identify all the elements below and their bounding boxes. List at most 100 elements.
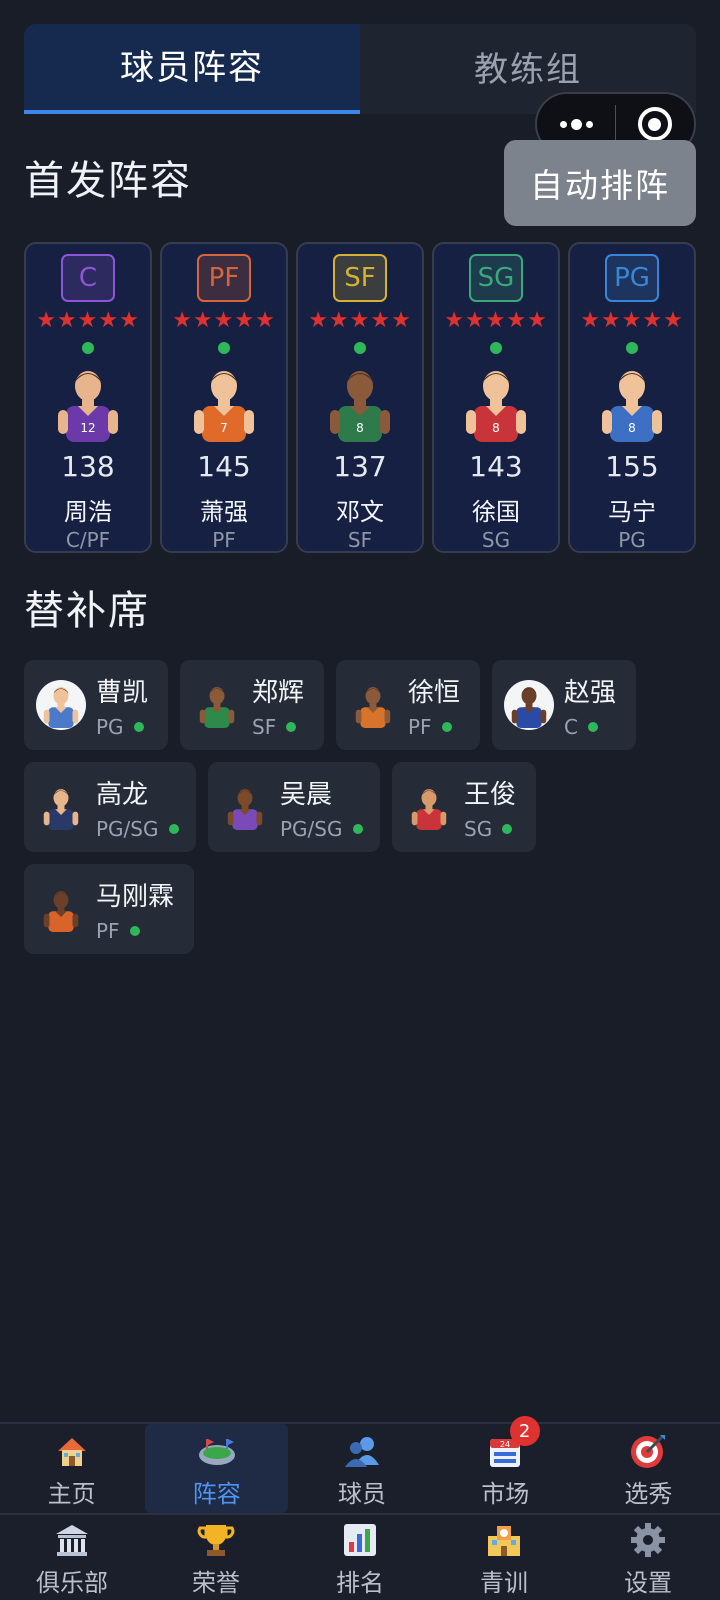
target-icon[interactable] (616, 107, 694, 141)
player-name: 赵强 (564, 677, 617, 708)
player-position: PG/SG (280, 817, 363, 841)
nav-item[interactable]: 荣誉 (144, 1515, 288, 1600)
status-dot (82, 342, 94, 354)
player-rating: 138 (61, 450, 115, 483)
starter-card[interactable]: SG ★★★★★ 8 143 徐国 SG (432, 242, 560, 553)
position-badge: PF (197, 254, 251, 302)
bench-row: 马刚霖 PF (24, 864, 696, 954)
nav-label: 俱乐部 (36, 1569, 108, 1597)
bench-player-card[interactable]: 赵强 C (492, 660, 636, 750)
trophy-icon (195, 1517, 237, 1563)
people-icon (341, 1428, 383, 1474)
position-badge: SG (469, 254, 523, 302)
bar-chart-icon (339, 1517, 381, 1563)
status-dot (129, 925, 140, 936)
player-name: 马宁 (608, 498, 656, 526)
status-dot (587, 721, 598, 732)
bench-player-card[interactable]: 吴晨 PG/SG (208, 762, 380, 852)
nav-row2: 俱乐部 荣誉 排名 青训 设置 (0, 1513, 720, 1600)
starter-cards: C ★★★★★ 12 138 周浩 C/PF PF ★★★★★ 7 145 萧强… (24, 242, 696, 553)
nav-label: 排名 (336, 1569, 384, 1597)
status-dot (133, 721, 144, 732)
player-avatar: 8 (456, 362, 536, 446)
player-position: PG/SG (96, 817, 179, 841)
nav-label: 选秀 (624, 1480, 673, 1508)
player-position: SG (464, 817, 516, 841)
bench-row: 曹凯 PG 郑辉 SF 徐恒 PF 赵强 C (24, 660, 696, 750)
player-avatar: 8 (592, 362, 672, 446)
status-dot (490, 342, 502, 354)
nav-label: 市场 (481, 1480, 530, 1508)
player-position: PG (618, 528, 646, 552)
player-position: SG (481, 528, 511, 552)
stadium-icon (196, 1428, 238, 1474)
player-name: 高龙 (96, 779, 149, 810)
nav-label: 阵容 (192, 1480, 241, 1508)
player-rating: 145 (197, 450, 251, 483)
player-name: 萧强 (200, 498, 248, 526)
bench-player-card[interactable]: 郑辉 SF (180, 660, 324, 750)
nav-label: 青训 (480, 1569, 528, 1597)
player-position: PG (96, 715, 148, 739)
bench-player-card[interactable]: 王俊 SG (392, 762, 536, 852)
star-rating: ★★★★★ (308, 308, 412, 333)
star-rating: ★★★★★ (172, 308, 276, 333)
nav-label: 球员 (338, 1480, 386, 1508)
player-position: SF (252, 715, 304, 739)
player-position: PF (212, 528, 236, 552)
player-position: SF (347, 528, 373, 552)
status-dot (286, 721, 297, 732)
player-name: 周浩 (64, 498, 112, 526)
status-dot (502, 823, 513, 834)
nav-item[interactable]: 设置 (576, 1515, 720, 1600)
player-avatar (36, 884, 86, 934)
position-badge: PG (605, 254, 659, 302)
nav-item[interactable]: 排名 (288, 1515, 432, 1600)
starter-card[interactable]: PF ★★★★★ 7 145 萧强 PF (160, 242, 288, 553)
player-avatar (348, 680, 398, 730)
bench-row: 高龙 PG/SG 吴晨 PG/SG 王俊 SG (24, 762, 696, 852)
player-avatar: 7 (184, 362, 264, 446)
nav-item[interactable]: 青训 (432, 1515, 576, 1600)
player-position: C (564, 715, 616, 739)
player-avatar: 8 (320, 362, 400, 446)
star-rating: ★★★★★ (444, 308, 548, 333)
nav-item[interactable]: 24 市场 2 (434, 1416, 577, 1513)
star-rating: ★★★★★ (580, 308, 684, 333)
starter-card[interactable]: PG ★★★★★ 8 155 马宁 PG (568, 242, 696, 553)
bench-player-card[interactable]: 马刚霖 PF (24, 864, 194, 954)
player-name: 徐国 (472, 498, 520, 526)
player-name: 曹凯 (96, 677, 149, 708)
player-name: 徐恒 (408, 677, 461, 708)
svg-text:7: 7 (220, 421, 228, 435)
nav-item[interactable]: 主页 (0, 1424, 143, 1513)
svg-text:24: 24 (500, 1440, 510, 1449)
status-dot (354, 342, 366, 354)
nav-label: 设置 (624, 1569, 672, 1597)
bench-player-card[interactable]: 高龙 PG/SG (24, 762, 196, 852)
nav-item[interactable]: 选秀 (577, 1424, 720, 1513)
svg-text:8: 8 (628, 421, 636, 435)
player-position: PF (408, 715, 460, 739)
svg-text:12: 12 (80, 421, 95, 435)
player-position: PF (96, 919, 174, 943)
starters-title: 首发阵容 (24, 158, 192, 204)
bench-player-card[interactable]: 曹凯 PG (24, 660, 168, 750)
gear-icon (627, 1517, 669, 1563)
bench-list: 曹凯 PG 郑辉 SF 徐恒 PF 赵强 C 高龙 PG/SG 吴晨 PG/SG… (24, 660, 696, 966)
auto-lineup-button[interactable]: 自动排阵 (504, 140, 696, 226)
nav-item[interactable]: 球员 (290, 1424, 433, 1513)
nav-item[interactable]: 阵容 (145, 1424, 289, 1513)
player-name: 马刚霖 (96, 881, 175, 912)
bottom-navigation: 主页 阵容 球员 24 市场 2 选秀 俱乐部 荣誉 排名 青训 设置 (0, 1416, 720, 1600)
player-rating: 155 (605, 450, 659, 483)
starter-card[interactable]: C ★★★★★ 12 138 周浩 C/PF (24, 242, 152, 553)
nav-item[interactable]: 俱乐部 (0, 1515, 144, 1600)
player-rating: 143 (469, 450, 523, 483)
more-dots-icon[interactable] (537, 118, 615, 130)
target-dart-icon (627, 1428, 669, 1474)
tab-roster[interactable]: 球员阵容 (24, 24, 360, 114)
bench-player-card[interactable]: 徐恒 PF (336, 660, 480, 750)
starter-card[interactable]: SF ★★★★★ 8 137 邓文 SF (296, 242, 424, 553)
star-rating: ★★★★★ (36, 308, 140, 333)
